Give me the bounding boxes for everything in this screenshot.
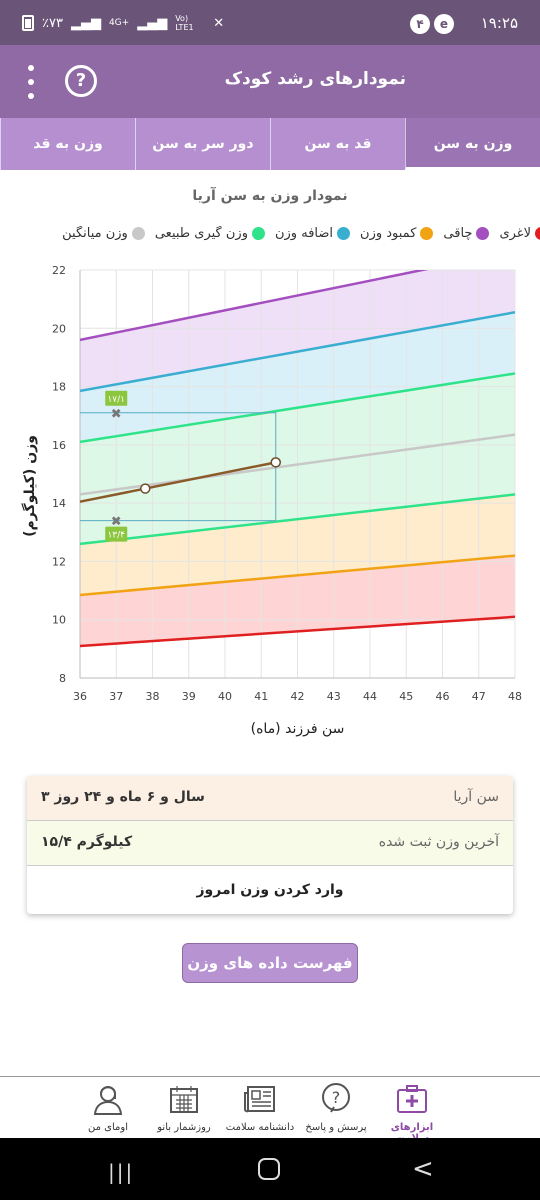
legend-item-obese: چاقی (443, 226, 490, 241)
volte-label: Vo) LTE1 (175, 14, 194, 32)
ref-badge-label: ۱۷/۱ (107, 395, 125, 405)
chart-legend: لاغری چاقی کمبود وزن اضافه وزن وزن گیری … (0, 226, 540, 248)
medical-kit-icon (397, 1085, 427, 1113)
nav-calendar[interactable]: روزشمار بانو (146, 1077, 222, 1138)
ref-badge-label: ۱۳/۴ (107, 531, 125, 541)
home-button[interactable] (258, 1158, 280, 1180)
x-tick-label: 46 (436, 690, 450, 703)
tab-head-age[interactable]: دور سر به سن (135, 118, 270, 170)
legend-item-overweight: اضافه وزن (275, 226, 351, 241)
chart-tabs: وزن به سن قد به سن دور سر به سن وزن به ق… (0, 118, 540, 170)
x-tick-label: 43 (327, 690, 341, 703)
help-button[interactable]: ? (65, 65, 97, 97)
bottom-nav: ابزارهای سلامت ? پرسش و پاسخ دانشنامه سل… (0, 1076, 540, 1144)
legend-item-average: وزن میانگین (62, 226, 145, 241)
tab-weight-age[interactable]: وزن به سن (405, 118, 540, 170)
mute-icon: ✕ (213, 15, 225, 31)
last-weight-value: ۱۵/۴ کیلوگرم (41, 834, 133, 850)
x-tick-label: 36 (73, 690, 87, 703)
signal-icon-2: ▂▄▆ (137, 15, 168, 31)
nav-qa[interactable]: ? پرسش و پاسخ (298, 1077, 374, 1138)
y-tick-label: 18 (52, 381, 66, 394)
y-tick-label: 22 (52, 264, 66, 277)
more-menu-button[interactable] (24, 65, 38, 99)
notification-count: ۴ (410, 14, 430, 34)
y-tick-label: 8 (59, 672, 66, 685)
x-axis-label: سن فرزند (ماه) (251, 721, 345, 737)
x-tick-label: 37 (109, 690, 123, 703)
legend-dot (476, 227, 490, 240)
x-tick-label: 48 (508, 690, 522, 703)
y-tick-label: 20 (52, 322, 66, 335)
weight-age-chart[interactable]: 36 37 38 39 40 41 42 43 44 45 46 47 48 8 10 12 14 16 18 20 2… (0, 262, 540, 742)
child-weight-point (270, 457, 281, 468)
status-left: ٪۷۳ ▂▄▆ 4G+ ▂▄▆ Vo) LTE1 ✕ (22, 14, 224, 32)
legend-dot (535, 227, 540, 240)
nav-label: اومای من (88, 1122, 128, 1133)
x-tick-label: 42 (291, 690, 305, 703)
tab-height-age[interactable]: قد به سن (270, 118, 405, 170)
x-tick-label: 44 (363, 690, 377, 703)
age-label: سن آریا (453, 789, 499, 805)
last-weight-row: آخرین وزن ثبت شده ۱۵/۴ کیلوگرم (27, 821, 513, 866)
status-badges: ۴ e (410, 14, 454, 34)
nav-label: دانشنامه سلامت (225, 1122, 295, 1133)
nav-label: پرسش و پاسخ (305, 1122, 367, 1133)
system-nav-bar: ||| < (0, 1138, 540, 1200)
legend-dot (131, 227, 145, 240)
app-header: ? نمودارهای رشد کودک (0, 45, 540, 118)
x-tick-label: 38 (146, 690, 160, 703)
legend-dot (251, 227, 265, 240)
page-title: نمودارهای رشد کودک (224, 69, 406, 89)
nav-profile[interactable]: اومای من (70, 1077, 146, 1138)
battery-icon (22, 15, 34, 31)
newspaper-icon (244, 1086, 275, 1113)
ref-marker: ✖ (111, 407, 122, 422)
signal-icon: ▂▄▆ (70, 15, 101, 31)
chart-title: نمودار وزن به سن آریا (192, 188, 348, 204)
x-tick-label: 47 (472, 690, 486, 703)
x-tick-label: 41 (254, 690, 268, 703)
y-tick-label: 14 (52, 497, 66, 510)
nav-encyclopedia[interactable]: دانشنامه سلامت (222, 1077, 298, 1138)
legend-dot (420, 227, 434, 240)
recent-apps-button[interactable]: ||| (108, 1160, 134, 1184)
legend-item-normal: وزن گیری طبیعی (155, 226, 265, 241)
calendar-icon (170, 1086, 198, 1113)
nav-health-tools[interactable]: ابزارهای سلامت (374, 1077, 450, 1144)
back-button[interactable]: < (412, 1154, 434, 1184)
battery-level: ٪۷۳ (42, 15, 63, 31)
legend-item-underweight: کمبود وزن (360, 226, 434, 241)
status-bar: ٪۷۳ ▂▄▆ 4G+ ▂▄▆ Vo) LTE1 ✕ ۴ e ۱۹:۲۵ (0, 0, 540, 45)
age-row: سن آریا ۳ سال و ۶ ماه و ۲۴ روز (27, 776, 513, 821)
app-notification-icon: e (434, 14, 454, 34)
x-tick-label: 39 (182, 690, 196, 703)
nav-label: روزشمار بانو (157, 1122, 211, 1133)
y-tick-label: 16 (52, 439, 66, 452)
svg-text:?: ? (332, 1088, 341, 1107)
enter-weight-button[interactable]: وارد کردن وزن امروز (27, 866, 513, 914)
last-weight-label: آخرین وزن ثبت شده (378, 834, 499, 850)
x-tick-label: 40 (218, 690, 232, 703)
question-bubble-icon: ? (322, 1083, 350, 1113)
y-axis-label: وزن (کیلوگرم) (21, 435, 38, 537)
status-time: ۱۹:۲۵ (480, 14, 518, 32)
info-card: سن آریا ۳ سال و ۶ ماه و ۲۴ روز آخرین وزن… (27, 776, 513, 914)
weight-list-button[interactable]: فهرست داده های وزن آریا (182, 943, 358, 1010)
age-value: ۳ سال و ۶ ماه و ۲۴ روز (41, 789, 205, 805)
tab-weight-height[interactable]: وزن به قد (0, 118, 135, 170)
y-tick-label: 10 (52, 614, 66, 627)
child-weight-point (140, 483, 151, 494)
y-tick-label: 12 (52, 555, 66, 568)
x-tick-label: 45 (399, 690, 413, 703)
legend-item-underweight-severe: لاغری (499, 226, 540, 241)
network-type: 4G+ (108, 18, 130, 28)
legend-dot (337, 227, 351, 240)
user-icon (93, 1086, 123, 1115)
